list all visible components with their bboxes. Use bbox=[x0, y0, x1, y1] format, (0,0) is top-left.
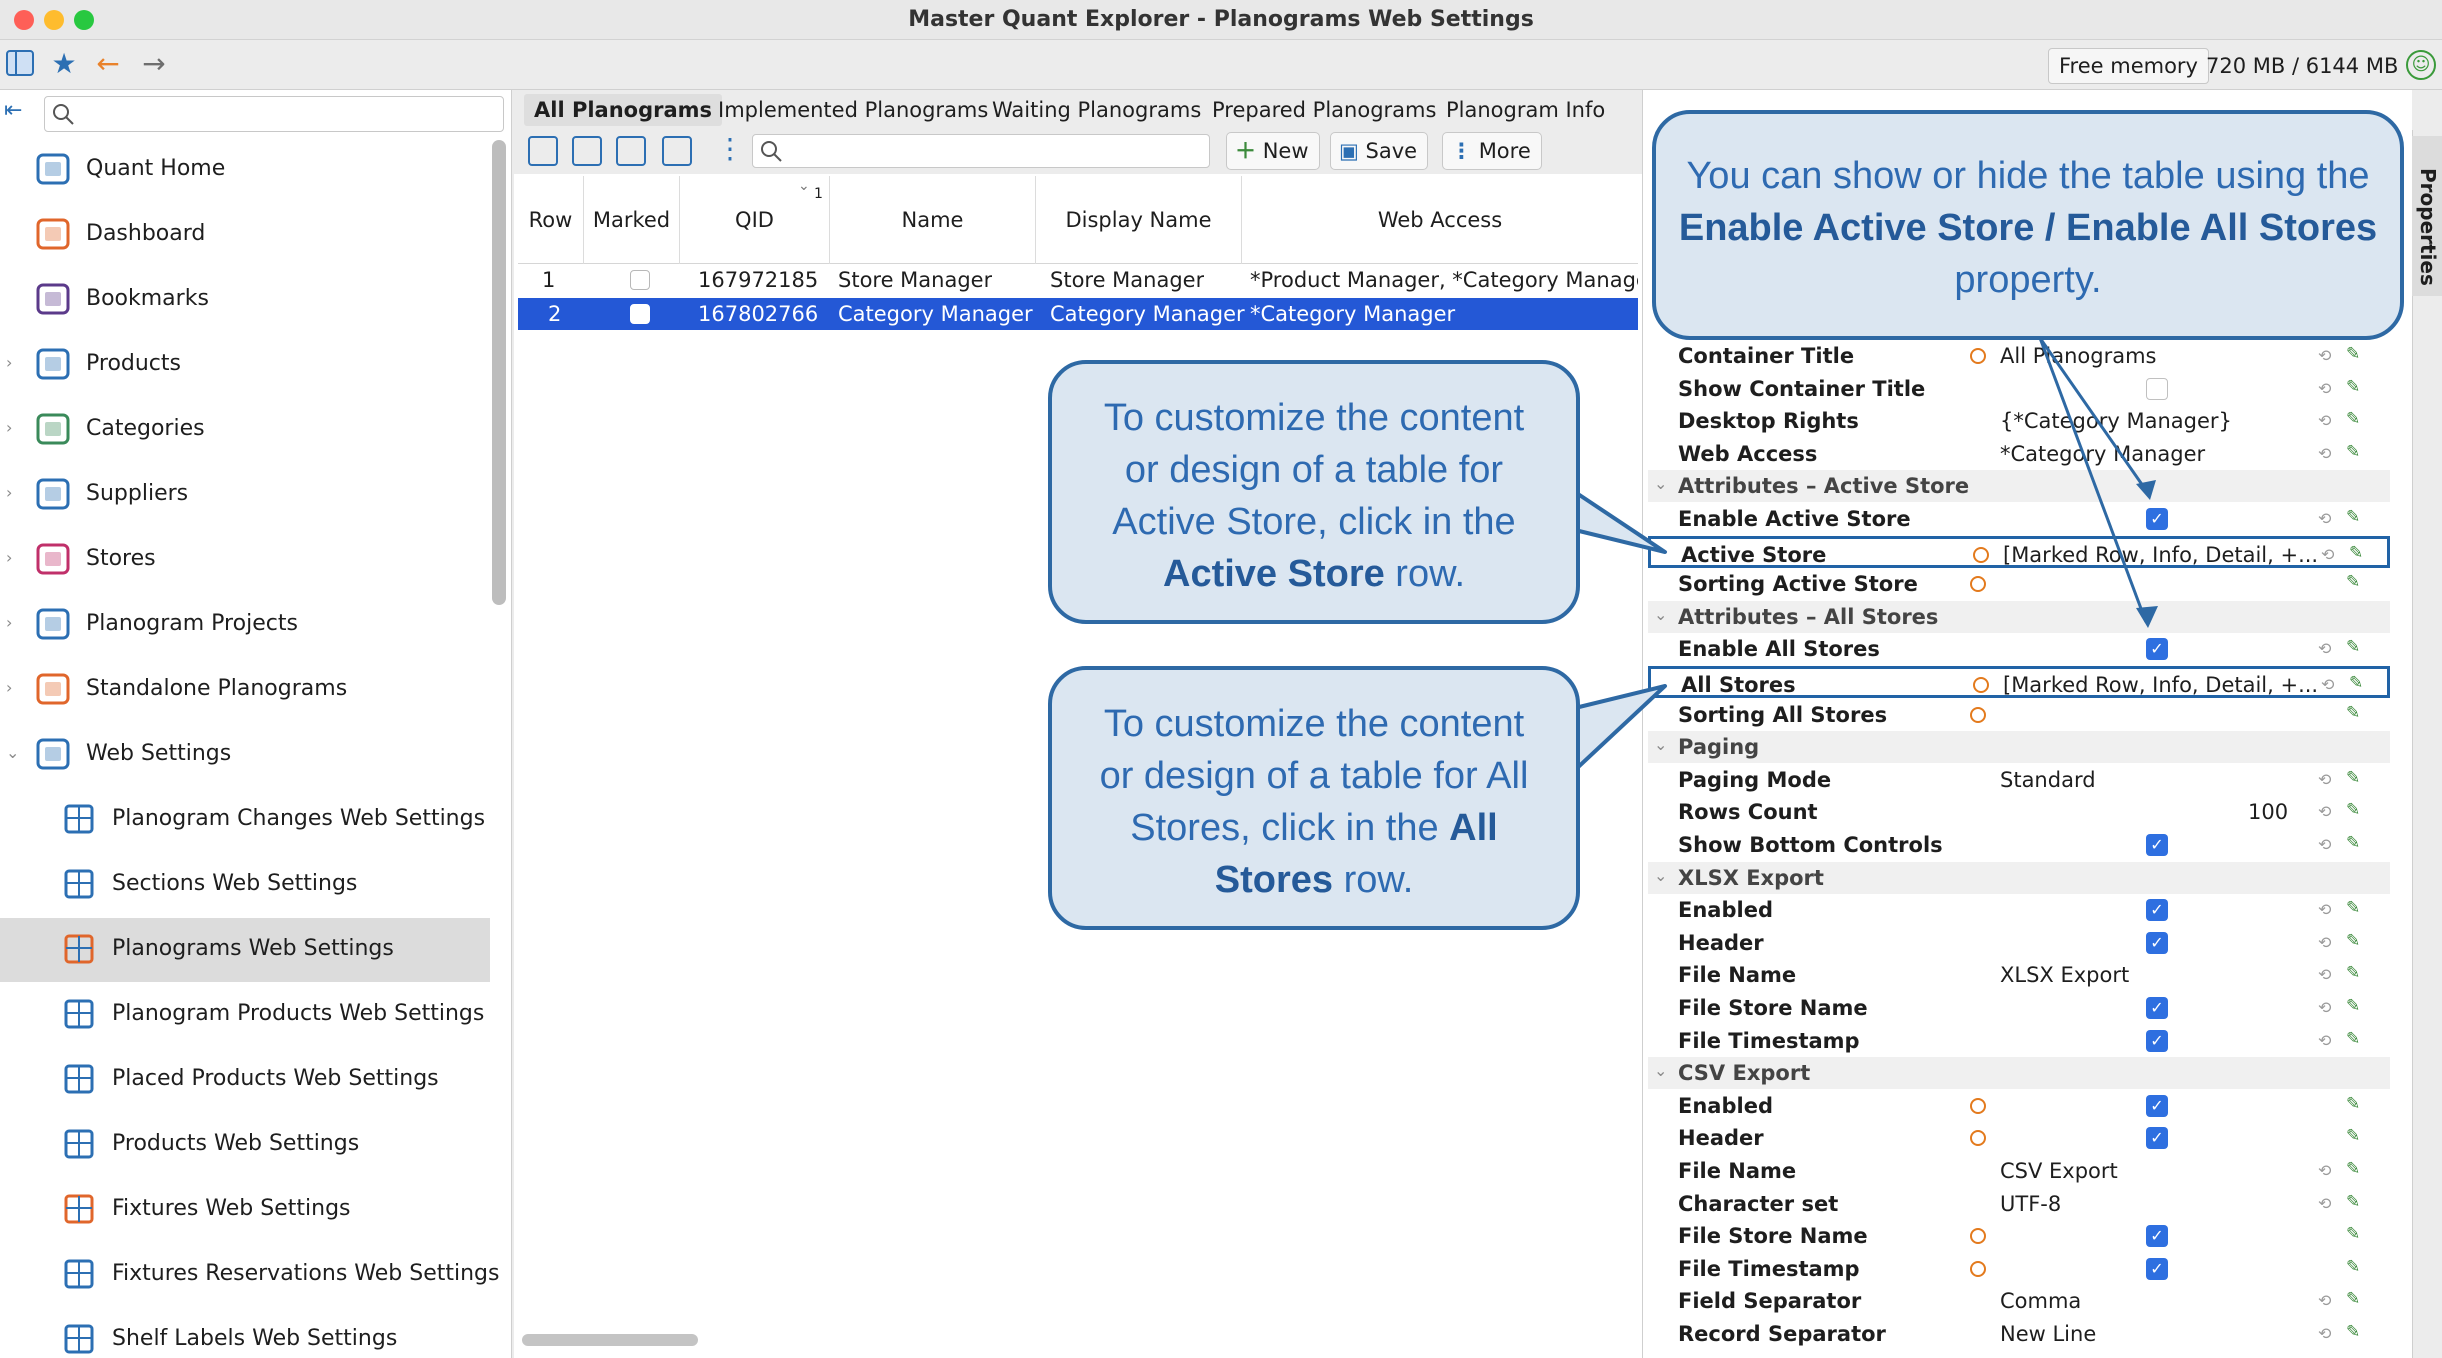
callout-active-bold: Active Store bbox=[1163, 553, 1385, 595]
callout-active-store: To customize the content or design of a … bbox=[1048, 360, 1580, 624]
callout-active-post: row. bbox=[1384, 553, 1465, 595]
callout-all-post: row. bbox=[1333, 859, 1414, 901]
callout-all-stores: To customize the content or design of a … bbox=[1048, 666, 1580, 930]
callout-enable-property: You can show or hide the table using the… bbox=[1652, 110, 2404, 340]
callout-top-pre: You can show or hide the table using the bbox=[1686, 155, 2370, 197]
callout-top-bold: Enable Active Store / Enable All Stores bbox=[1678, 207, 2378, 249]
callout-active-pre: To customize the content or design of a … bbox=[1103, 397, 1525, 543]
callout-top-post: property. bbox=[1954, 259, 2102, 301]
